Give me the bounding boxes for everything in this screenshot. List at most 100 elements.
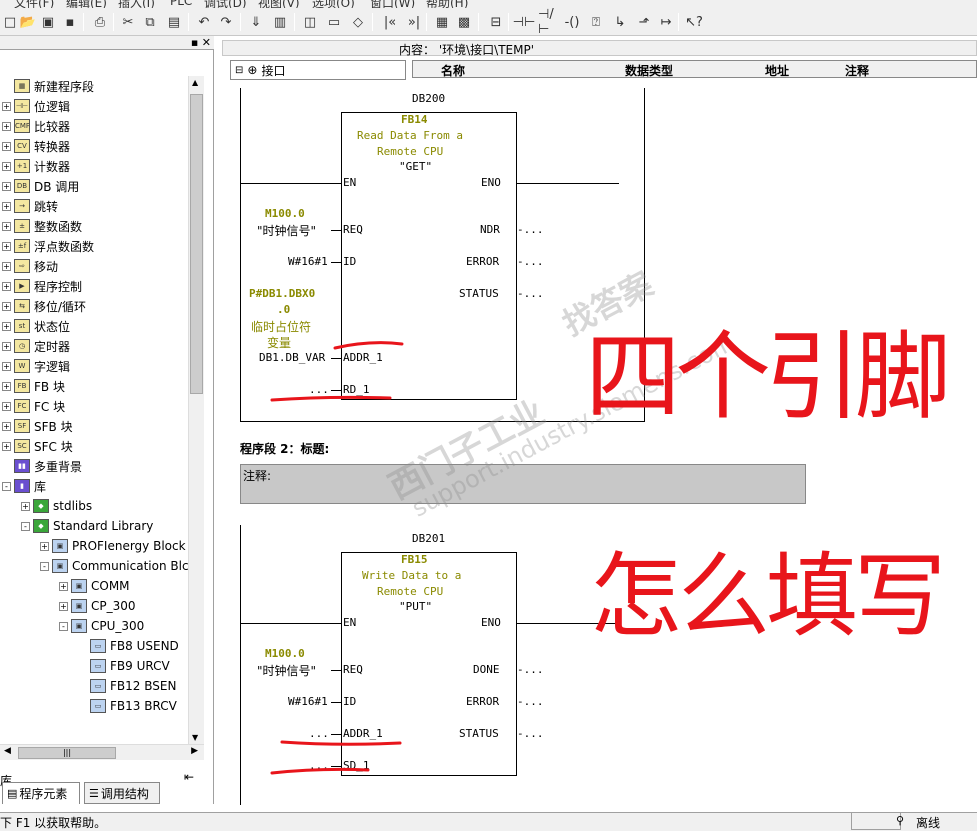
tree-item[interactable]: + ◷ 定时器 [2, 336, 70, 356]
tree-item[interactable]: - ▣ CPU_300 [59, 616, 144, 636]
close-icon[interactable]: ▪ ✕ [191, 36, 211, 49]
tab-call-structure[interactable]: ☰ 调用结构 [84, 782, 160, 804]
network-2-comment[interactable]: 注释: [240, 464, 806, 504]
tree-item[interactable]: + SF SFB 块 [2, 416, 73, 436]
menu-plc[interactable]: PLC [170, 0, 192, 8]
branch-open-icon[interactable]: ↳ [610, 12, 630, 32]
expand-icon[interactable]: + [2, 441, 11, 451]
expand-icon[interactable]: + [40, 541, 49, 551]
tree-item[interactable]: + SC SFC 块 [2, 436, 73, 456]
tree-item[interactable]: + FB FB 块 [2, 376, 65, 396]
expand-icon[interactable]: + [2, 221, 11, 231]
tree-item[interactable]: + → 跳转 [2, 196, 58, 216]
details-icon[interactable]: ▩ [454, 12, 474, 32]
sd-operand[interactable]: ... [309, 759, 329, 772]
paste-icon[interactable]: ▤ [164, 12, 184, 32]
expand-icon[interactable]: + [2, 301, 11, 311]
addr-operand[interactable]: ... [309, 727, 329, 740]
scrollbar-thumb[interactable]: ||| [18, 747, 116, 759]
tree-item[interactable]: + FC FC 块 [2, 396, 65, 416]
network-2-title[interactable]: 程序段 2：标题: [240, 440, 329, 457]
expand-icon[interactable]: + [21, 501, 30, 511]
tree-item[interactable]: + ▣ PROFIenergy Block [40, 536, 186, 556]
tree-item[interactable]: + ▶ 程序控制 [2, 276, 82, 296]
expand-icon[interactable]: + [2, 341, 11, 351]
expand-icon[interactable]: + [2, 321, 11, 331]
tree-item[interactable]: + CV 转换器 [2, 136, 70, 156]
expand-icon[interactable]: + [2, 381, 11, 391]
interface-tree[interactable]: ⊟ ⊕ 接口 [230, 60, 406, 80]
req-operand-symbol[interactable]: "时钟信号" [257, 222, 316, 239]
branch-close-icon[interactable]: ⬏ [634, 12, 654, 32]
tree-item[interactable]: - ▮ 库 [2, 476, 46, 496]
ladder-canvas[interactable]: DB200 FB14 Read Data From a Remote CPU "… [225, 88, 977, 805]
tree-item[interactable]: - ◆ Standard Library [21, 516, 153, 536]
collapse-icon[interactable]: - [21, 521, 30, 531]
coil-icon[interactable]: -() [562, 12, 582, 32]
tree-item[interactable]: + +1 计数器 [2, 156, 70, 176]
new-icon[interactable]: □ [0, 12, 20, 32]
undo-icon[interactable]: ↶ [194, 12, 214, 32]
layout-icon[interactable]: ▦ [432, 12, 452, 32]
col-comment[interactable]: 注释 [845, 62, 869, 79]
status-operand[interactable]: -... [517, 287, 544, 300]
save-icon[interactable]: ▪ [60, 12, 80, 32]
expand-icon[interactable]: + [2, 181, 11, 191]
collapse-icon[interactable]: - [2, 481, 11, 491]
tree-item[interactable]: ▦ 新建程序段 [2, 76, 94, 96]
no-contact-icon[interactable]: ⊣⊢ [513, 12, 536, 32]
id-operand[interactable]: W#16#1 [288, 695, 328, 708]
expand-icon[interactable]: + [2, 361, 11, 371]
tree-item[interactable]: ▭ FB13 BRCV [78, 696, 177, 716]
collapse-icon[interactable]: - [59, 621, 68, 631]
tree-item[interactable]: - ▣ Communication Blc [40, 556, 188, 576]
menu-file[interactable]: 文件(F) [14, 0, 54, 8]
status-operand[interactable]: -... [517, 727, 544, 740]
menu-debug[interactable]: 调试(D) [204, 0, 247, 8]
tree-item[interactable]: + DB DB 调用 [2, 176, 79, 196]
error-operand[interactable]: -... [517, 255, 544, 268]
prev-network-icon[interactable]: |« [380, 12, 400, 32]
tree-item[interactable]: ▭ FB9 URCV [78, 656, 170, 676]
collapse-icon[interactable]: ⊟ [235, 65, 243, 76]
print-icon[interactable]: ⎙ [90, 12, 110, 32]
col-name[interactable]: 名称 [441, 62, 465, 79]
expand-icon[interactable]: + [2, 141, 11, 151]
expand-icon[interactable]: + [2, 401, 11, 411]
req-operand-symbol[interactable]: "时钟信号" [257, 662, 316, 679]
overview-icon[interactable]: ◫ [300, 12, 320, 32]
tree-vertical-scrollbar[interactable]: ▲ ▼ [188, 76, 204, 744]
expand-icon[interactable]: + [2, 101, 11, 111]
expand-icon[interactable]: + [2, 161, 11, 171]
id-operand[interactable]: W#16#1 [288, 255, 328, 268]
menu-window[interactable]: 窗口(W) [370, 0, 415, 8]
tree-item[interactable]: ▭ FB12 BSEN [78, 676, 176, 696]
expand-icon[interactable]: + [2, 241, 11, 251]
redo-icon[interactable]: ↷ [216, 12, 236, 32]
expand-icon[interactable]: + [59, 601, 68, 611]
tree-item[interactable]: + ⇆ 移位/循环 [2, 296, 86, 316]
scrollbar-thumb[interactable] [190, 94, 203, 394]
tree-item[interactable]: + ±f 浮点数函数 [2, 236, 94, 256]
expand-icon[interactable]: + [2, 421, 11, 431]
toggle-icon[interactable]: ◇ [348, 12, 368, 32]
accessible-nodes-icon[interactable]: ▣ [38, 12, 58, 32]
empty-box-icon[interactable]: ⍰ [586, 12, 606, 32]
expand-icon[interactable]: + [2, 201, 11, 211]
download-icon[interactable]: ⇓ [246, 12, 266, 32]
addr-operand[interactable]: DB1.DB_VAR [259, 351, 325, 364]
tree-item[interactable]: ▭ FB8 USEND [78, 636, 179, 656]
expand-icon[interactable]: + [59, 581, 68, 591]
tree-item[interactable]: + CMP 比较器 [2, 116, 70, 136]
expand-icon[interactable]: + [2, 121, 11, 131]
copy-icon[interactable]: ⧉ [140, 12, 160, 32]
network-insert-icon[interactable]: ⊟ [486, 12, 506, 32]
tree-item[interactable]: + ± 整数函数 [2, 216, 82, 236]
cut-icon[interactable]: ✂ [118, 12, 138, 32]
tree-item[interactable]: + ◆ stdlibs [21, 496, 92, 516]
expand-icon[interactable]: + [2, 281, 11, 291]
tree-item[interactable]: + ⊣⊢ 位逻辑 [2, 96, 70, 116]
open-icon[interactable]: 📂 [18, 12, 38, 32]
tab-program-elements[interactable]: ▤ 程序元素 [2, 782, 80, 804]
block-new-icon[interactable]: ▭ [324, 12, 344, 32]
